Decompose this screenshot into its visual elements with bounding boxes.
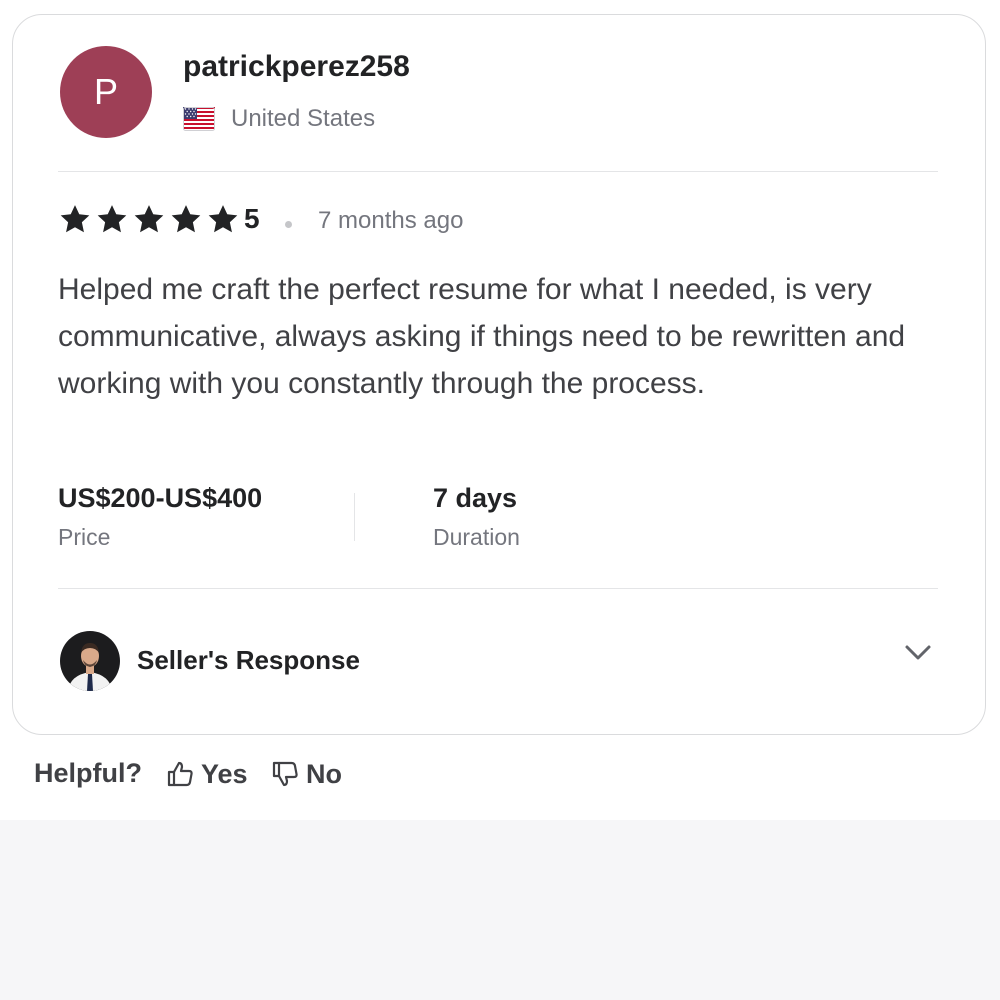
duration-value: 7 days [433, 483, 518, 513]
star-icon [97, 205, 127, 233]
chevron-down-icon[interactable] [903, 640, 933, 666]
thumbs-down-icon [272, 761, 298, 787]
duration-label: Duration [433, 524, 520, 550]
rating-value: 5 [244, 203, 260, 234]
reviewer-avatar: P [60, 46, 152, 138]
helpful-label: Helpful? [34, 758, 142, 788]
seller-avatar [60, 631, 120, 691]
separator-dot [285, 221, 292, 228]
star-icon [134, 205, 164, 233]
helpful-no-button[interactable]: No [270, 756, 342, 792]
review-text: Helped me craft the perfect resume for w… [58, 273, 906, 400]
star-icon [208, 205, 238, 233]
price-value: US$200-US$400 [58, 483, 263, 513]
price-label: Price [58, 524, 111, 550]
stats-bottom-divider [58, 588, 938, 589]
header-divider [58, 171, 938, 172]
thumbs-up-icon [167, 761, 193, 787]
helpful-yes-label: Yes [201, 758, 248, 789]
stats-divider [354, 493, 355, 541]
helpful-no-label: No [306, 758, 342, 789]
review-time: 7 months ago [318, 207, 464, 234]
reviewer-country: United States [231, 105, 376, 132]
star-icon [171, 205, 201, 233]
page-footer-area [0, 820, 1000, 1000]
helpful-yes-button[interactable]: Yes [165, 756, 248, 792]
star-icon [60, 205, 90, 233]
star-rating [58, 203, 240, 236]
avatar-initial: P [93, 71, 118, 112]
us-flag-icon [183, 107, 215, 131]
reviewer-username[interactable]: patrickperez258 [183, 50, 410, 84]
seller-response-label[interactable]: Seller's Response [137, 645, 360, 676]
